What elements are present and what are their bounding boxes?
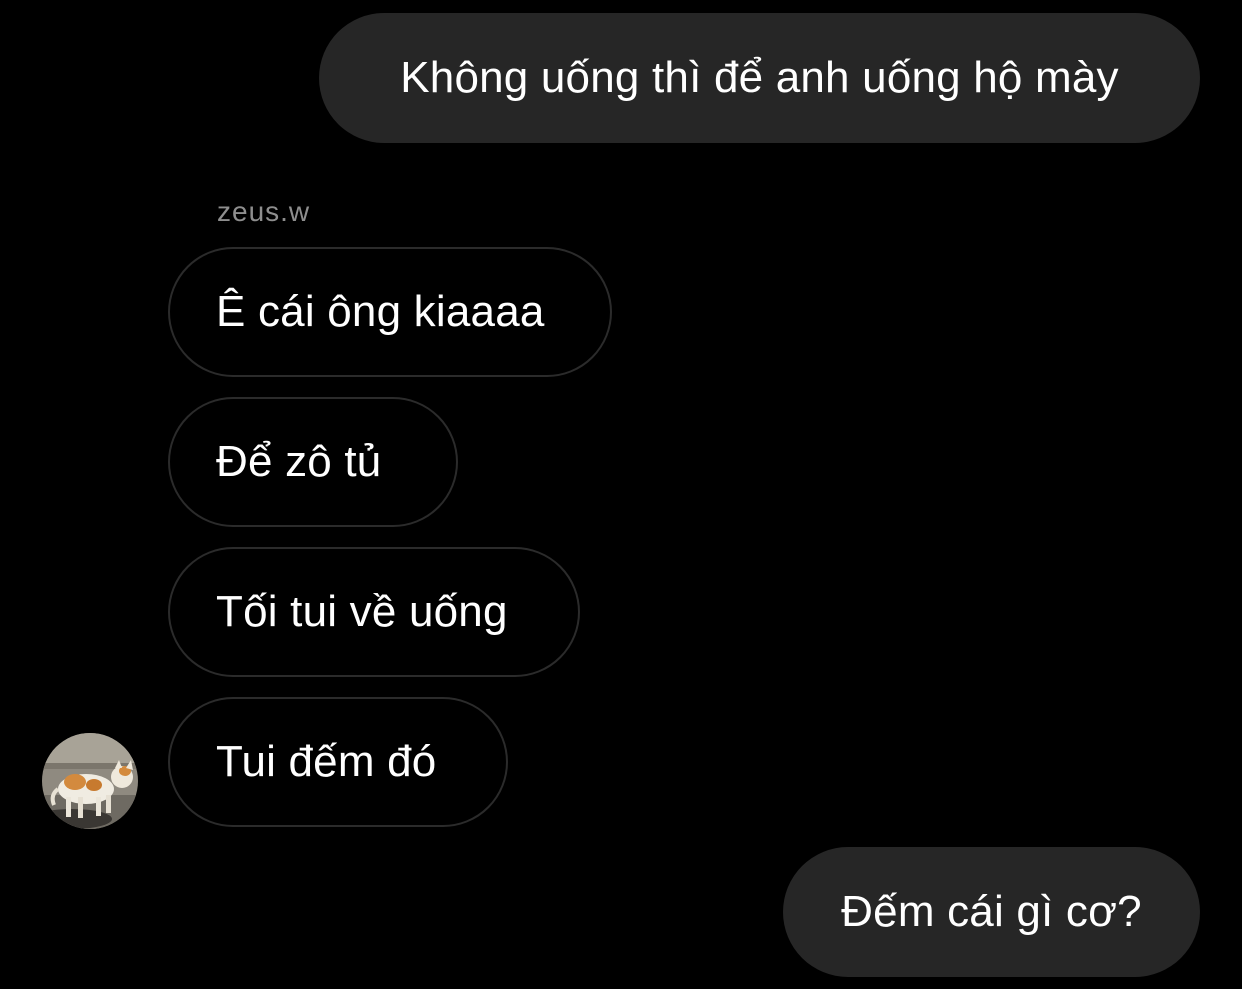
message-text: Đếm cái gì cơ? <box>841 887 1142 936</box>
message-text: Tối tui về uống <box>216 587 508 636</box>
message-text: Tui đếm đó <box>216 737 437 786</box>
outgoing-message-bubble[interactable]: Không uống thì để anh uống hộ mày <box>319 13 1200 143</box>
incoming-message-bubble[interactable]: Để zô tủ <box>168 397 458 527</box>
outgoing-message-bubble[interactable]: Đếm cái gì cơ? <box>783 847 1200 977</box>
message-text: Không uống thì để anh uống hộ mày <box>400 53 1119 102</box>
sender-avatar[interactable] <box>42 733 138 829</box>
incoming-message-bubble[interactable]: Tui đếm đó <box>168 697 508 827</box>
incoming-message-bubble[interactable]: Tối tui về uống <box>168 547 580 677</box>
sender-name[interactable]: zeus.w <box>217 196 310 228</box>
message-text: Ê cái ông kiaaaa <box>216 287 545 336</box>
cat-photo-avatar <box>42 733 138 829</box>
incoming-message-bubble[interactable]: Ê cái ông kiaaaa <box>168 247 612 377</box>
message-text: Để zô tủ <box>216 437 382 486</box>
